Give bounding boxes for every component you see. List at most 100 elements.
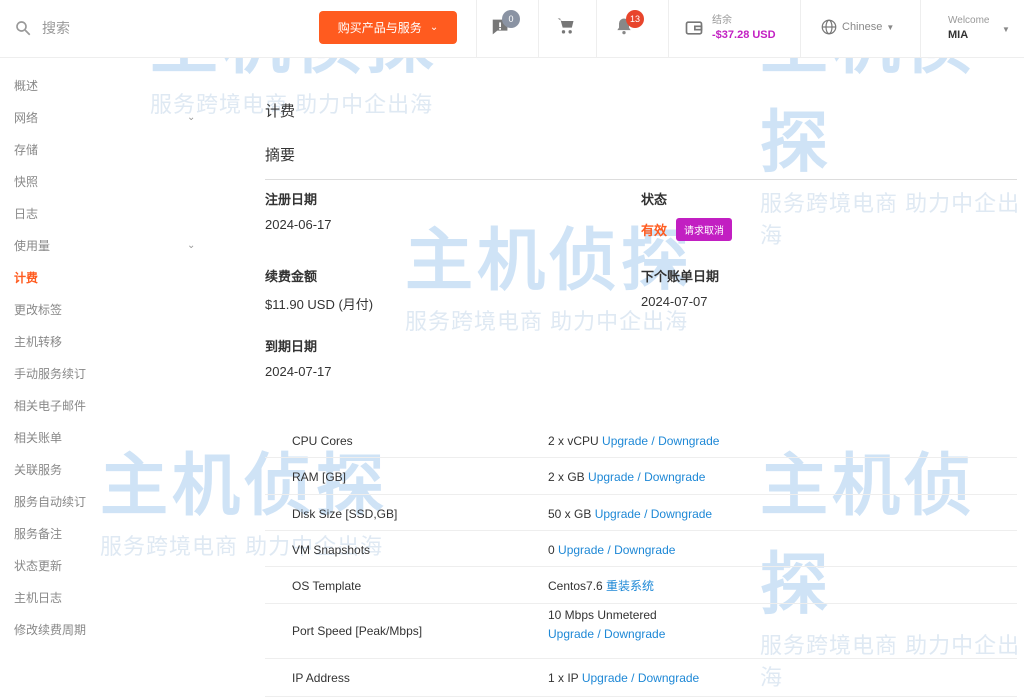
balance-widget[interactable]: 结余 -$37.28 USD bbox=[712, 14, 776, 42]
spec-row: RAM [GB] 2 x GB Upgrade / Downgrade bbox=[265, 458, 1017, 495]
sidebar-nav: 概述网络 ⌄ 存储快照日志使用量 ⌄ 计费更改标签主机转移手动服务续订 相关电子邮件 相关账… bbox=[0, 70, 210, 646]
sidebar-item[interactable]: 计费 bbox=[0, 262, 210, 294]
divider bbox=[668, 0, 669, 58]
spec-key: IP Address bbox=[292, 671, 350, 685]
search-box[interactable]: 搜索 bbox=[14, 18, 70, 38]
next-invoice-value: 2024-07-07 bbox=[641, 294, 708, 309]
chevron-down-icon: ⌄ bbox=[429, 22, 439, 33]
sidebar-item-label: 相关电子邮件 bbox=[14, 399, 87, 413]
top-bar: 搜索 购买产品与服务 ⌄ 0 13 结余 -$37.28 USD Chinese… bbox=[0, 0, 1024, 58]
upgrade-downgrade-link[interactable]: Upgrade / Downgrade bbox=[558, 543, 675, 557]
upgrade-downgrade-link[interactable]: Upgrade / Downgrade bbox=[602, 434, 719, 448]
sidebar-item-label: 相关账单 bbox=[14, 431, 63, 445]
balance-label: 结余 bbox=[712, 15, 732, 26]
sidebar-item[interactable]: 关联服务 bbox=[0, 454, 210, 486]
caret-down-icon: ▼ bbox=[886, 22, 895, 32]
request-cancel-button[interactable]: 请求取消 bbox=[676, 218, 732, 241]
reinstall-os-link[interactable]: 重装系统 bbox=[606, 579, 654, 593]
status-badge: 有效 bbox=[641, 223, 668, 238]
balance-amount: -$37.28 USD bbox=[712, 29, 776, 41]
user-menu[interactable]: Welcome MIA bbox=[948, 14, 990, 42]
upgrade-downgrade-link[interactable]: Upgrade / Downgrade bbox=[588, 470, 705, 484]
sidebar-item[interactable]: 网络 ⌄ bbox=[0, 102, 210, 134]
sidebar-item[interactable]: 相关电子邮件 bbox=[0, 390, 210, 422]
caret-down-icon[interactable]: ▼ bbox=[1002, 25, 1010, 34]
cart-icon[interactable] bbox=[556, 16, 580, 40]
summary-heading: 摘要 bbox=[265, 147, 296, 164]
sidebar-item-label: 存储 bbox=[14, 143, 39, 157]
spec-value: 50 x GB Upgrade / Downgrade bbox=[548, 497, 712, 524]
sidebar-item-label: 日志 bbox=[14, 207, 39, 221]
divider bbox=[800, 0, 801, 58]
reg-date-value: 2024-06-17 bbox=[265, 217, 332, 232]
username: MIA bbox=[948, 29, 969, 41]
spec-row: Port Speed [Peak/Mbps] 10 Mbps Unmetered U… bbox=[265, 604, 1017, 659]
spec-value-text: 10 Mbps Unmetered bbox=[548, 608, 657, 622]
renew-amount-label: 续费金额 bbox=[265, 269, 318, 284]
sidebar-item[interactable]: 概述 bbox=[0, 70, 210, 102]
sidebar-item[interactable]: 状态更新 bbox=[0, 550, 210, 582]
spec-value-text: 50 x GB bbox=[548, 507, 592, 521]
sidebar-item[interactable]: 服务自动续订 bbox=[0, 486, 210, 518]
welcome-label: Welcome bbox=[948, 15, 990, 26]
sidebar-item[interactable]: 存储 bbox=[0, 134, 210, 166]
spec-row: IP Address 1 x IP Upgrade / Downgrade bbox=[265, 659, 1017, 697]
spec-key: OS Template bbox=[292, 579, 362, 593]
buy-products-button[interactable]: 购买产品与服务 ⌄ bbox=[319, 11, 457, 44]
spec-value-text: 1 x IP bbox=[548, 671, 579, 685]
page-title: 计费 bbox=[265, 103, 296, 120]
sidebar-item[interactable]: 更改标签 bbox=[0, 294, 210, 326]
status-label: 状态 bbox=[641, 192, 668, 207]
spec-key: Disk Size [SSD,GB] bbox=[292, 507, 398, 521]
search-input[interactable]: 搜索 bbox=[42, 18, 70, 38]
chevron-down-icon: ⌄ bbox=[187, 112, 196, 123]
spec-key: Port Speed [Peak/Mbps] bbox=[292, 624, 423, 638]
sidebar-item[interactable]: 修改续费周期 bbox=[0, 614, 210, 646]
sidebar-item[interactable]: 相关账单 bbox=[0, 422, 210, 454]
sidebar-item-label: 快照 bbox=[14, 175, 39, 189]
renew-amount-value: $11.90 USD (月付) bbox=[265, 297, 374, 312]
watermark-slogan: 服务跨境电商 助力中企出海 bbox=[760, 191, 1021, 248]
reg-date-label: 注册日期 bbox=[265, 192, 318, 207]
sidebar-item-label: 修改续费周期 bbox=[14, 623, 87, 637]
sidebar-item[interactable]: 使用量 ⌄ bbox=[0, 230, 210, 262]
spec-key: RAM [GB] bbox=[292, 470, 347, 484]
sidebar-item-label: 计费 bbox=[14, 271, 39, 285]
sidebar-item-label: 服务备注 bbox=[14, 527, 63, 541]
divider bbox=[920, 0, 921, 58]
sidebar-item-label: 服务自动续订 bbox=[14, 495, 87, 509]
sidebar-item[interactable]: 服务备注 bbox=[0, 518, 210, 550]
sidebar-item-label: 使用量 bbox=[14, 239, 51, 253]
expiry-value: 2024-07-17 bbox=[265, 364, 332, 379]
sidebar-item[interactable]: 手动服务续订 bbox=[0, 358, 210, 390]
chevron-down-icon: ⌄ bbox=[187, 240, 196, 251]
sidebar-item[interactable]: 主机日志 bbox=[0, 582, 210, 614]
spec-row: CPU Cores 2 x vCPU Upgrade / Downgrade bbox=[265, 422, 1017, 458]
divider bbox=[265, 179, 1017, 180]
spec-value: 2 x GB Upgrade / Downgrade bbox=[548, 460, 705, 487]
sidebar-item-label: 状态更新 bbox=[14, 559, 63, 573]
sidebar-item[interactable]: 快照 bbox=[0, 166, 210, 198]
sidebar-item-label: 概述 bbox=[14, 79, 39, 93]
upgrade-downgrade-link[interactable]: Upgrade / Downgrade bbox=[582, 671, 699, 685]
sidebar-item[interactable]: 主机转移 bbox=[0, 326, 210, 358]
spec-row: VM Snapshots 0 Upgrade / Downgrade bbox=[265, 531, 1017, 567]
expiry-label: 到期日期 bbox=[265, 339, 318, 354]
spec-value: 0 Upgrade / Downgrade bbox=[548, 533, 675, 560]
sidebar-item-label: 更改标签 bbox=[14, 303, 63, 317]
spec-key: CPU Cores bbox=[292, 434, 353, 448]
spec-key: VM Snapshots bbox=[292, 543, 371, 557]
divider bbox=[476, 0, 477, 58]
spec-value: 2 x vCPU Upgrade / Downgrade bbox=[548, 424, 719, 451]
upgrade-downgrade-link[interactable]: Upgrade / Downgrade bbox=[595, 507, 712, 521]
sidebar-item-label: 主机转移 bbox=[14, 335, 63, 349]
divider bbox=[538, 0, 539, 58]
spec-value-text: Centos7.6 bbox=[548, 579, 603, 593]
language-selector[interactable]: Chinese ▼ bbox=[820, 18, 894, 36]
spec-row: OS Template Centos7.6 重装系统 bbox=[265, 567, 1017, 604]
sidebar-item[interactable]: 日志 bbox=[0, 198, 210, 230]
spec-value-text: 2 x vCPU bbox=[548, 434, 599, 448]
upgrade-downgrade-link[interactable]: Upgrade / Downgrade bbox=[548, 627, 665, 641]
sidebar-item-label: 手动服务续订 bbox=[14, 367, 87, 381]
spec-value: 1 x IP Upgrade / Downgrade bbox=[548, 661, 699, 688]
